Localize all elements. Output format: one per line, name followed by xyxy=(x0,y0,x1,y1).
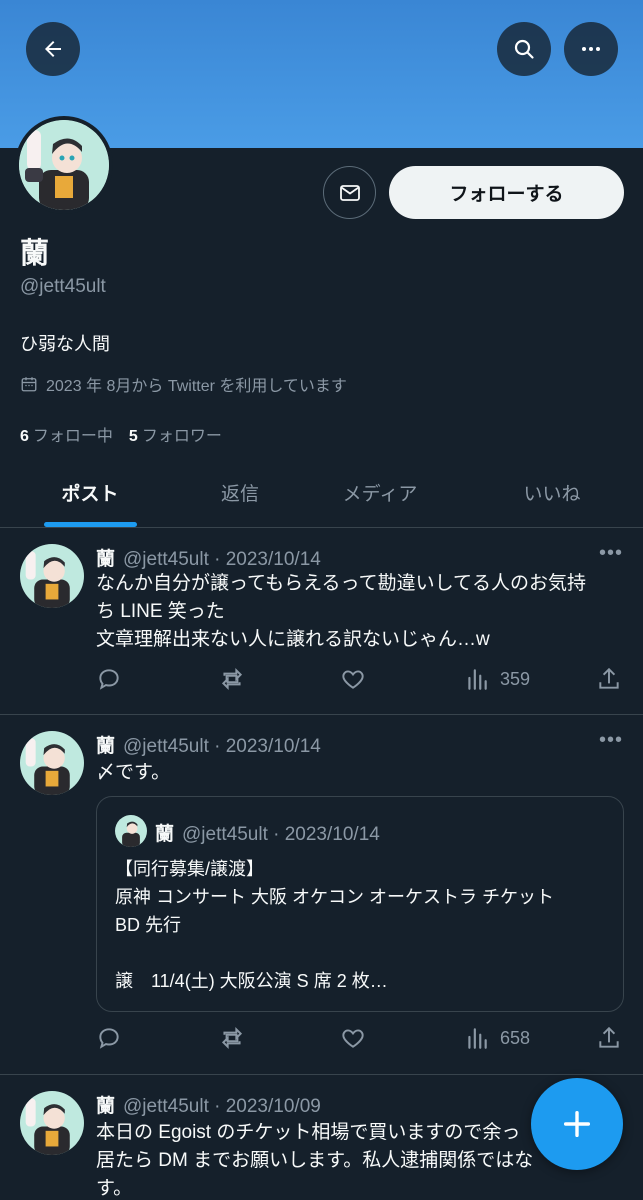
tweet-author-name[interactable]: 蘭 xyxy=(96,736,115,757)
bar-chart-icon xyxy=(468,669,487,690)
share-button[interactable] xyxy=(596,1025,622,1051)
avatar-image xyxy=(20,1091,84,1155)
like-button[interactable] xyxy=(340,1025,366,1051)
profile-avatar[interactable] xyxy=(15,116,113,214)
tweet-text-line: なんか自分が譲ってもらえるって勘違いしてる人のお気持 xyxy=(96,573,587,594)
bar-chart-icon xyxy=(468,1028,487,1049)
tab-likes[interactable]: いいね xyxy=(492,456,612,528)
quoted-author-name: 蘭 xyxy=(155,824,175,845)
like-button[interactable] xyxy=(340,666,366,692)
plus-icon xyxy=(563,1110,591,1138)
avatar-image xyxy=(20,731,84,795)
avatar-image xyxy=(19,120,109,210)
tweet-avatar[interactable] xyxy=(20,1091,84,1155)
tweet-header: 蘭 @jett45ult · 2023/10/14 xyxy=(96,544,321,571)
envelope-icon xyxy=(339,184,360,201)
profile-banner xyxy=(0,0,643,148)
views-button[interactable]: 658 xyxy=(464,1025,530,1051)
tweet-item[interactable]: 蘭 @jett45ult · 2023/10/14 ••• なんか自分が譲ってもら… xyxy=(0,528,643,715)
tweet-text: なんか自分が譲ってもらえるって勘違いしてる人のお気持 ち LINE 笑った 文章… xyxy=(96,570,621,654)
retweet-icon xyxy=(221,667,243,691)
following-link[interactable]: 6 フォロー中 xyxy=(20,422,113,446)
tweet-more-button[interactable]: ••• xyxy=(599,729,623,752)
retweet-button[interactable] xyxy=(218,666,246,692)
reply-button[interactable] xyxy=(96,666,122,692)
tweet-text-line: 〆です。 xyxy=(96,762,171,783)
views-button[interactable]: 359 xyxy=(464,666,530,692)
tweet-text-line: ち LINE 笑った xyxy=(96,601,225,622)
tweet-more-button[interactable]: ••• xyxy=(599,542,623,565)
retweet-button[interactable] xyxy=(218,1025,246,1051)
followers-label: フォロワー xyxy=(141,428,222,445)
search-icon xyxy=(514,39,534,59)
profile-handle: @jett45ult xyxy=(20,276,106,297)
followers-link[interactable]: 5 フォロワー xyxy=(129,422,222,446)
profile-tabs: ポスト 返信 メディア いいね xyxy=(0,456,643,528)
follow-stats: 6 フォロー中 5 フォロワー xyxy=(20,422,222,446)
views-count: 359 xyxy=(500,668,531,689)
tweet-text-line: 文章理解出来ない人に譲れる訳ないじゃん…w xyxy=(96,629,490,650)
tweet-header: 蘭 @jett45ult · 2023/10/09 xyxy=(96,1091,321,1118)
tweet-author-name[interactable]: 蘭 xyxy=(96,549,115,570)
tweet-meta: @jett45ult · 2023/10/14 xyxy=(123,736,321,757)
avatar-image xyxy=(20,544,84,608)
follow-button[interactable]: フォローする xyxy=(389,166,624,219)
following-count: 6 xyxy=(20,428,29,445)
tweet-meta: @jett45ult · 2023/10/14 xyxy=(123,549,321,570)
tweet-author-name[interactable]: 蘭 xyxy=(96,1096,115,1117)
profile-bio: ひ弱な人間 xyxy=(20,334,110,354)
tweet-text-line: す。 xyxy=(96,1178,133,1199)
tweet-actions: 658 xyxy=(96,1025,626,1055)
followers-count: 5 xyxy=(128,428,138,445)
share-icon xyxy=(599,1026,619,1048)
quoted-header: 蘭 @jett45ult · 2023/10/14 xyxy=(155,819,380,846)
views-count: 658 xyxy=(500,1027,531,1048)
reply-icon xyxy=(99,1028,119,1049)
quoted-tweet[interactable]: 蘭 @jett45ult · 2023/10/14 【同行募集/譲渡】 原神 コン… xyxy=(96,796,624,1012)
heart-icon xyxy=(342,1029,364,1048)
tab-media[interactable]: メディア xyxy=(320,456,440,528)
following-label: フォロー中 xyxy=(32,428,113,445)
arrow-left-icon xyxy=(45,41,61,57)
back-button[interactable] xyxy=(26,22,80,76)
share-button[interactable] xyxy=(596,666,622,692)
tweet-avatar[interactable] xyxy=(20,731,84,795)
tweet-meta: @jett45ult · 2023/10/09 xyxy=(123,1096,321,1117)
tweet-header: 蘭 @jett45ult · 2023/10/14 xyxy=(96,731,321,758)
joined-date-text: 2023 年 8月から Twitter を利用しています xyxy=(46,378,347,395)
message-button[interactable] xyxy=(323,166,376,219)
quoted-text: 【同行募集/譲渡】 原神 コンサート 大阪 オケコン オーケストラ チケット B… xyxy=(115,859,555,991)
tab-posts[interactable]: ポスト xyxy=(30,456,150,528)
joined-date: 2023 年 8月から Twitter を利用しています xyxy=(20,372,347,396)
profile-name: 蘭 xyxy=(20,238,50,270)
tweet-actions: 359 xyxy=(96,666,626,696)
quoted-meta: @jett45ult · 2023/10/14 xyxy=(182,824,380,845)
compose-button[interactable] xyxy=(531,1078,623,1170)
reply-button[interactable] xyxy=(96,1025,122,1051)
tweet-text: 〆です。 xyxy=(96,759,621,787)
calendar-icon xyxy=(21,377,37,392)
search-button[interactable] xyxy=(497,22,551,76)
active-tab-indicator xyxy=(44,522,137,527)
retweet-icon xyxy=(221,1026,243,1050)
more-horizontal-icon xyxy=(582,47,600,51)
quoted-avatar xyxy=(115,815,147,847)
more-options-button[interactable] xyxy=(564,22,618,76)
tab-replies[interactable]: 返信 xyxy=(190,456,290,528)
reply-icon xyxy=(99,669,119,690)
heart-icon xyxy=(342,670,364,689)
avatar-image xyxy=(115,815,147,847)
tweet-avatar[interactable] xyxy=(20,544,84,608)
share-icon xyxy=(599,667,619,689)
